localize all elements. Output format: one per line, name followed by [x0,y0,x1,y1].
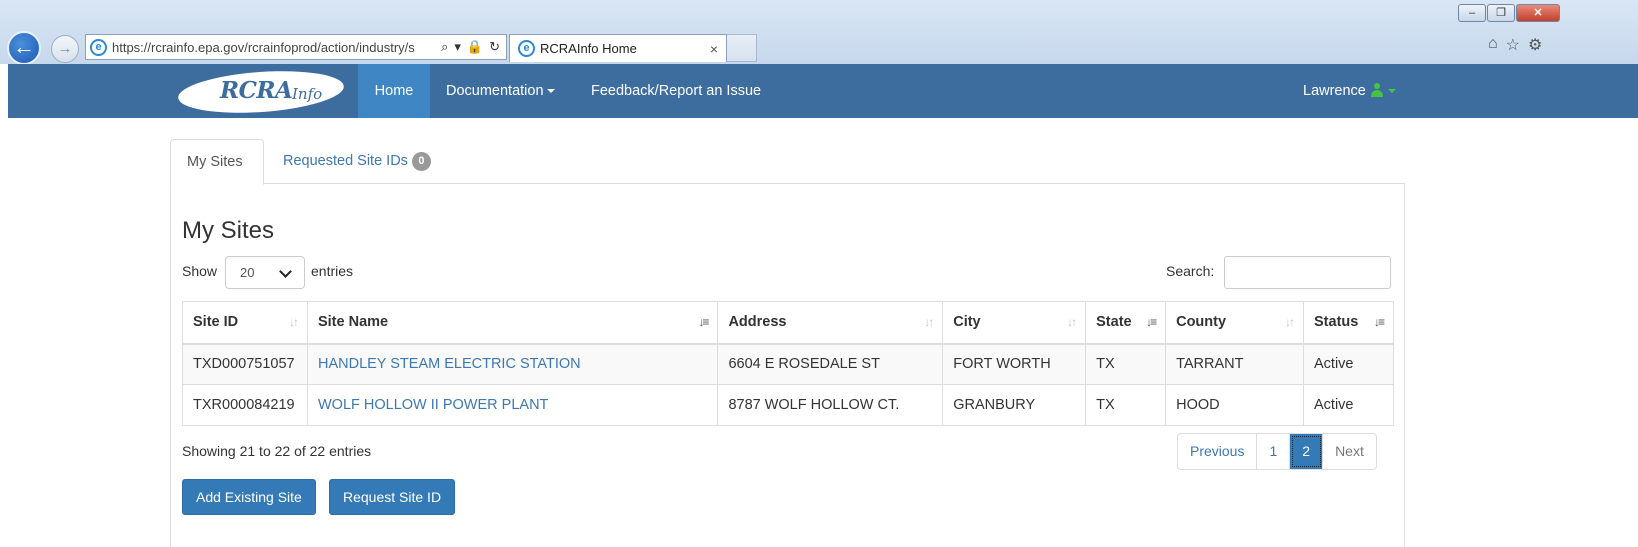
cell-site-id: TXD000751057 [182,343,308,385]
entries-per-page-select[interactable]: 20 [225,256,305,289]
caret-down-icon [546,89,555,94]
app-navbar: RCRA Info Home Documentation Feedback/Re… [8,64,1638,118]
minimize-window-icon[interactable]: – [1458,4,1486,22]
header-city[interactable]: City ↓↑ [942,301,1087,345]
ie-logo-icon: e [90,38,107,56]
nav-feedback[interactable]: Feedback/Report an Issue [591,64,761,118]
entries-label: entries [311,263,354,279]
browser-chrome: ← → e https://rcrainfo.epa.gov/rcrainfop… [0,0,1638,65]
header-state[interactable]: State ↓≡ [1085,301,1167,345]
site-name-link[interactable]: WOLF HOLLOW II POWER PLANT [318,397,548,413]
cell-status: Active [1303,343,1394,385]
cell-site-name: HANDLEY STEAM ELECTRIC STATION [306,343,719,385]
pagination: Previous 1 2 Next [1177,433,1377,470]
close-tab-icon[interactable]: × [702,41,726,57]
user-name: Lawrence [1303,83,1366,99]
restore-window-icon[interactable]: ❐ [1487,4,1515,22]
header-site-id[interactable]: Site ID ↓↑ [182,301,308,345]
header-site-name[interactable]: Site Name ↓≡ [306,301,719,345]
add-existing-site-button[interactable]: Add Existing Site [182,479,316,515]
browser-tab[interactable]: e RCRAInfo Home × [509,34,727,62]
requested-count-badge: 0 [411,152,431,171]
header-county[interactable]: County ↓↑ [1165,301,1304,345]
forward-arrow-icon[interactable]: → [51,35,79,63]
settings-gear-icon[interactable]: ⚙ [1528,35,1542,55]
next-page-button[interactable]: Next [1323,434,1376,469]
cell-site-name: WOLF HOLLOW II POWER PLANT [306,384,719,426]
cell-status: Active [1303,384,1394,426]
nav-home[interactable]: Home [358,64,430,118]
address-url[interactable]: https://rcrainfo.epa.gov/rcrainfoprod/ac… [112,40,435,55]
previous-page-button[interactable]: Previous [1178,434,1258,469]
tab-my-sites[interactable]: My Sites [170,139,264,185]
back-arrow-icon[interactable]: ← [7,31,41,65]
sites-table: Site ID ↓↑ Site Name ↓≡ Address ↓↑ City ↓↑ S… [182,301,1394,426]
tab-requested-site-ids[interactable]: Requested Site IDs 0 [267,139,447,184]
table-row: TXR000084219 WOLF HOLLOW II POWER PLANT … [182,384,1394,426]
cell-address: 6604 E ROSEDALE ST [717,343,944,385]
site-name-link[interactable]: HANDLEY STEAM ELECTRIC STATION [318,356,581,372]
cell-site-id: TXR000084219 [182,384,308,426]
header-address[interactable]: Address ↓↑ [717,301,944,345]
sort-ascending-icon: ↓≡ [698,315,709,329]
cell-state: TX [1085,343,1167,385]
search-label: Search: [1166,263,1215,279]
new-tab-button[interactable] [727,34,757,62]
page-2-button[interactable]: 2 [1290,434,1324,469]
table-header-row: Site ID ↓↑ Site Name ↓≡ Address ↓↑ City ↓↑ S… [182,301,1394,345]
dropdown-icon[interactable]: ▾ [454,39,461,55]
caret-down-icon [1387,89,1396,94]
user-icon [1370,83,1384,97]
tab-title: RCRAInfo Home [540,41,637,56]
sort-icon: ↓↑ [1067,315,1077,329]
sort-icon: ↓↑ [288,315,299,329]
cell-state: TX [1085,384,1167,426]
page-title: My Sites [182,217,275,244]
search-icon[interactable]: ⌕ [441,39,448,55]
ie-logo-icon: e [518,40,535,57]
cell-city: GRANBURY [942,384,1087,426]
sort-icon: ↓↑ [1285,315,1295,329]
sort-descending-icon: ↓≡ [1373,315,1385,329]
table-info: Showing 21 to 22 of 22 entries [182,443,372,459]
table-row: TXD000751057 HANDLEY STEAM ELECTRIC STAT… [182,343,1394,385]
refresh-icon[interactable]: ↻ [489,39,500,55]
cell-city: FORT WORTH [942,343,1087,385]
sort-ascending-icon: ↓≡ [1146,315,1157,329]
home-icon[interactable]: ⌂ [1488,35,1498,55]
page-1-button[interactable]: 1 [1257,434,1291,469]
lock-icon[interactable]: 🔒 [467,39,483,55]
user-menu[interactable]: Lawrence [1303,64,1396,118]
site-tabs: My Sites Requested Site IDs 0 [170,139,1405,185]
sort-icon: ↓↑ [924,315,934,329]
header-status[interactable]: Status ↓≡ [1303,301,1394,345]
rcrainfo-logo[interactable]: RCRA Info [176,66,346,118]
request-site-id-button[interactable]: Request Site ID [329,479,456,515]
favorites-star-icon[interactable]: ☆ [1506,35,1520,55]
address-bar[interactable]: e https://rcrainfo.epa.gov/rcrainfoprod/… [85,34,507,60]
cell-county: TARRANT [1165,343,1304,385]
search-input[interactable] [1224,256,1391,289]
chevron-down-icon [279,265,292,278]
cell-address: 8787 WOLF HOLLOW CT. [717,384,944,426]
close-window-icon[interactable]: ✕ [1516,4,1560,22]
nav-documentation[interactable]: Documentation [446,64,555,118]
cell-county: HOOD [1165,384,1304,426]
show-label: Show [182,263,218,279]
